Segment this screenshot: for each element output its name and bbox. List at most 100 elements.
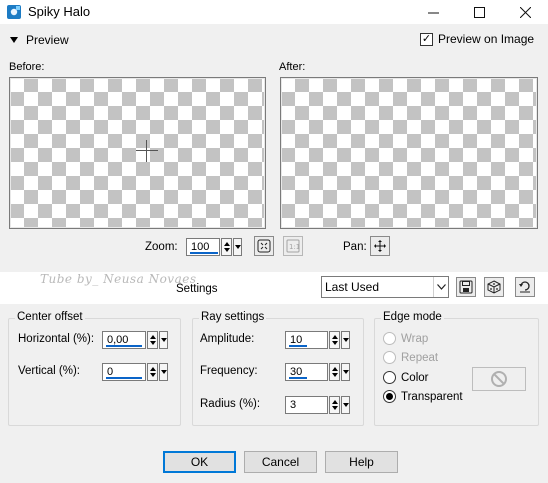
frequency-dropdown[interactable]	[341, 363, 350, 381]
spin-down-icon	[149, 341, 156, 345]
horizontal-label: Horizontal (%):	[18, 333, 95, 345]
svg-text:1:1: 1:1	[289, 243, 300, 251]
horizontal-underline	[106, 345, 142, 347]
zoom-fit-icon	[257, 239, 271, 253]
minimize-icon	[427, 12, 439, 13]
radio-repeat[interactable]: Repeat	[383, 351, 438, 364]
reset-button[interactable]	[515, 277, 535, 297]
zoom-to-fit-button[interactable]	[254, 236, 274, 256]
frequency-input[interactable]: 30	[285, 363, 328, 381]
frequency-underline	[289, 377, 307, 379]
spin-down-icon	[223, 248, 230, 252]
spin-up-icon	[331, 400, 338, 404]
chevron-down-icon	[342, 338, 349, 342]
zoom-actual-size-button[interactable]: 1:1	[283, 236, 303, 256]
close-icon	[519, 6, 531, 18]
settings-label: Settings	[176, 283, 218, 295]
radio-color[interactable]: Color	[383, 371, 428, 384]
zoom-dropdown[interactable]	[233, 238, 242, 256]
actual-size-icon: 1:1	[286, 239, 300, 253]
dice-icon	[487, 280, 501, 294]
cancel-button[interactable]: Cancel	[244, 451, 317, 473]
preview-on-image-checkbox[interactable]: ✓ Preview on Image	[420, 32, 534, 46]
spin-up-icon	[149, 335, 156, 339]
preset-value: Last Used	[325, 280, 380, 294]
radio-repeat-label: Repeat	[401, 351, 439, 364]
chevron-down-icon	[436, 284, 446, 290]
ok-button[interactable]: OK	[163, 451, 236, 473]
zoom-input[interactable]: 100	[186, 238, 220, 256]
horizontal-dropdown[interactable]	[159, 331, 168, 349]
save-icon	[459, 280, 473, 294]
vertical-spinner[interactable]	[147, 363, 158, 381]
spin-up-icon	[331, 367, 338, 371]
spin-up-icon	[149, 367, 156, 371]
pan-button[interactable]	[370, 236, 390, 256]
vertical-dropdown[interactable]	[159, 363, 168, 381]
minimize-button[interactable]	[410, 0, 456, 24]
no-color-icon	[491, 371, 507, 387]
amplitude-dropdown[interactable]	[341, 331, 350, 349]
preset-select[interactable]: Last Used	[321, 276, 449, 298]
before-preview[interactable]	[9, 77, 266, 229]
chevron-down-icon	[342, 403, 349, 407]
chevron-down-icon	[160, 370, 167, 374]
amplitude-spinner[interactable]	[329, 331, 340, 349]
edge-mode-title: Edge mode	[381, 311, 444, 323]
preview-on-image-label: Preview on Image	[438, 32, 535, 46]
color-swatch-button[interactable]	[472, 367, 526, 391]
chevron-down-icon	[342, 370, 349, 374]
radius-input[interactable]: 3	[285, 396, 328, 414]
preview-toggle-label: Preview	[26, 33, 69, 47]
center-offset-title: Center offset	[15, 311, 85, 323]
radio-wrap-label: Wrap	[401, 332, 429, 345]
spin-up-icon	[223, 242, 230, 246]
vertical-underline	[106, 377, 142, 379]
amplitude-label: Amplitude:	[200, 333, 255, 345]
radio-unchecked-icon	[383, 351, 396, 364]
horizontal-input[interactable]: 0,00	[102, 331, 146, 349]
frequency-spinner[interactable]	[329, 363, 340, 381]
radio-transparent-label: Transparent	[401, 390, 463, 403]
preset-dropdown-button[interactable]	[433, 277, 448, 297]
collapse-arrow-icon	[10, 37, 18, 43]
vertical-input[interactable]: 0	[102, 363, 146, 381]
app-icon	[7, 5, 21, 19]
help-button[interactable]: Help	[325, 451, 398, 473]
radio-color-label: Color	[401, 371, 429, 384]
close-button[interactable]	[502, 0, 548, 24]
frequency-label: Frequency:	[200, 365, 258, 377]
zoom-label: Zoom:	[145, 241, 178, 253]
maximize-icon	[473, 6, 485, 18]
crosshair-icon	[136, 150, 158, 151]
radius-dropdown[interactable]	[341, 396, 350, 414]
preview-toggle[interactable]: Preview	[10, 33, 69, 47]
pan-label: Pan:	[343, 241, 367, 253]
radius-spinner[interactable]	[329, 396, 340, 414]
randomize-button[interactable]	[484, 277, 504, 297]
spin-down-icon	[331, 406, 338, 410]
watermark-text: Tube by_ Neusa Novaes	[40, 272, 197, 286]
radio-dot	[386, 393, 393, 400]
radius-value: 3	[290, 399, 297, 411]
spin-down-icon	[331, 373, 338, 377]
title-bar: Spiky Halo	[0, 0, 548, 24]
ray-settings-title: Ray settings	[199, 311, 267, 323]
amplitude-input[interactable]: 10	[285, 331, 328, 349]
reset-icon	[519, 281, 530, 293]
maximize-button[interactable]	[456, 0, 502, 24]
vertical-label: Vertical (%):	[18, 365, 80, 377]
chevron-down-icon	[234, 245, 241, 249]
save-preset-button[interactable]	[456, 277, 476, 297]
radio-wrap[interactable]: Wrap	[383, 332, 428, 345]
radio-transparent[interactable]: Transparent	[383, 390, 463, 403]
before-label: Before:	[9, 61, 45, 73]
amplitude-underline	[289, 345, 307, 347]
checkbox-checked-icon: ✓	[420, 32, 433, 46]
after-label: After:	[279, 61, 306, 73]
crosshair-vertical	[146, 140, 147, 162]
radio-unchecked-icon	[383, 332, 396, 345]
horizontal-spinner[interactable]	[147, 331, 158, 349]
zoom-spinner[interactable]	[221, 238, 232, 256]
spin-up-icon	[331, 335, 338, 339]
